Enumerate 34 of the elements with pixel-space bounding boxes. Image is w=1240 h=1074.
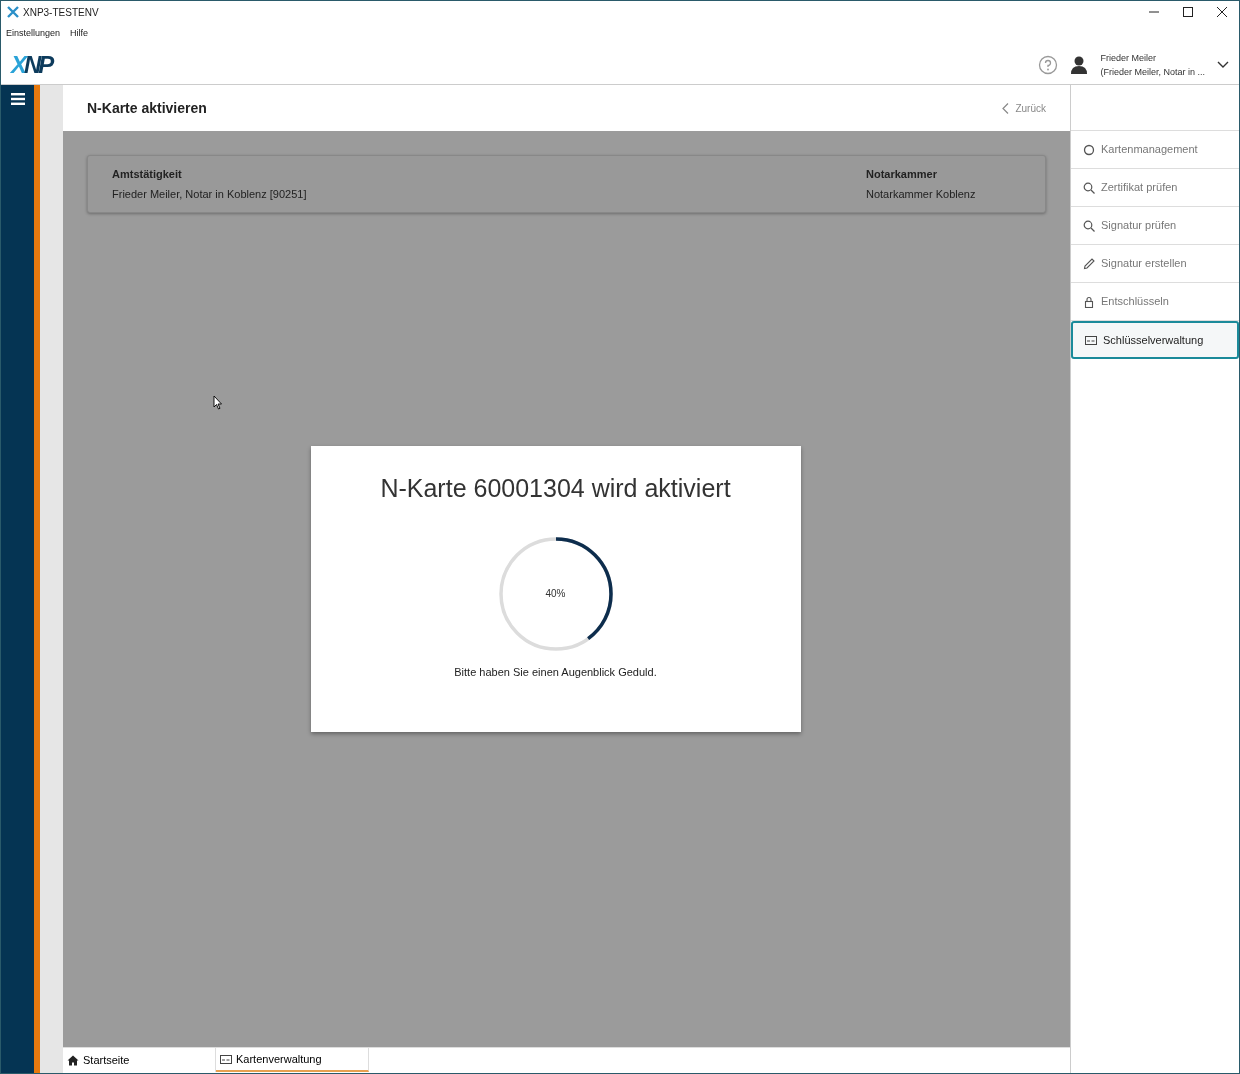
user-role: (Frieder Meiler, Notar in ... (1100, 65, 1205, 79)
pencil-icon (1083, 257, 1095, 270)
app-logo: XNP (11, 49, 52, 80)
cursor-icon (213, 395, 223, 410)
dialog-message: Bitte haben Sie einen Augenblick Geduld. (454, 664, 657, 680)
lock-icon (1083, 295, 1095, 308)
menu-item[interactable]: Einstellungen (6, 27, 61, 41)
field-label: Amtstätigkeit (112, 167, 183, 182)
dialog-title: N-Karte 60001304 wird aktiviert (380, 473, 731, 504)
card-icon (1085, 335, 1097, 345)
user-icon (1070, 54, 1089, 75)
chevron-left-icon (1002, 102, 1010, 114)
action-item[interactable]: Schlüsselverwaltung (1071, 321, 1239, 359)
menu-icon[interactable] (11, 93, 25, 105)
chevron-down-icon (1217, 60, 1229, 69)
help-icon[interactable] (1038, 54, 1059, 75)
search-icon (1083, 181, 1095, 194)
home-icon (67, 1054, 79, 1066)
bottom-tab[interactable]: Kartenverwaltung (216, 1048, 369, 1072)
back-link[interactable]: Zurück (1002, 100, 1046, 116)
field-value: Frieder Meiler, Notar in Koblenz [90251] (112, 186, 307, 202)
card-icon (220, 1054, 232, 1064)
app-icon (7, 6, 19, 18)
page-title: N-Karte aktivieren (87, 98, 207, 118)
field-label: Notarkammer (866, 167, 938, 182)
user-name: Frieder Meiler (1100, 51, 1157, 65)
window-title: XNP3-TESTENV (23, 5, 99, 20)
field-value: Notarkammer Koblenz (866, 186, 977, 202)
user-menu[interactable]: Frieder Meiler (Frieder Meiler, Notar in ... (1070, 50, 1229, 79)
close-icon (1217, 7, 1227, 17)
search-icon (1083, 219, 1095, 232)
maximize-icon (1183, 7, 1193, 17)
progress-reading: 40% (544, 586, 567, 601)
menu-item[interactable]: Hilfe (70, 27, 89, 41)
